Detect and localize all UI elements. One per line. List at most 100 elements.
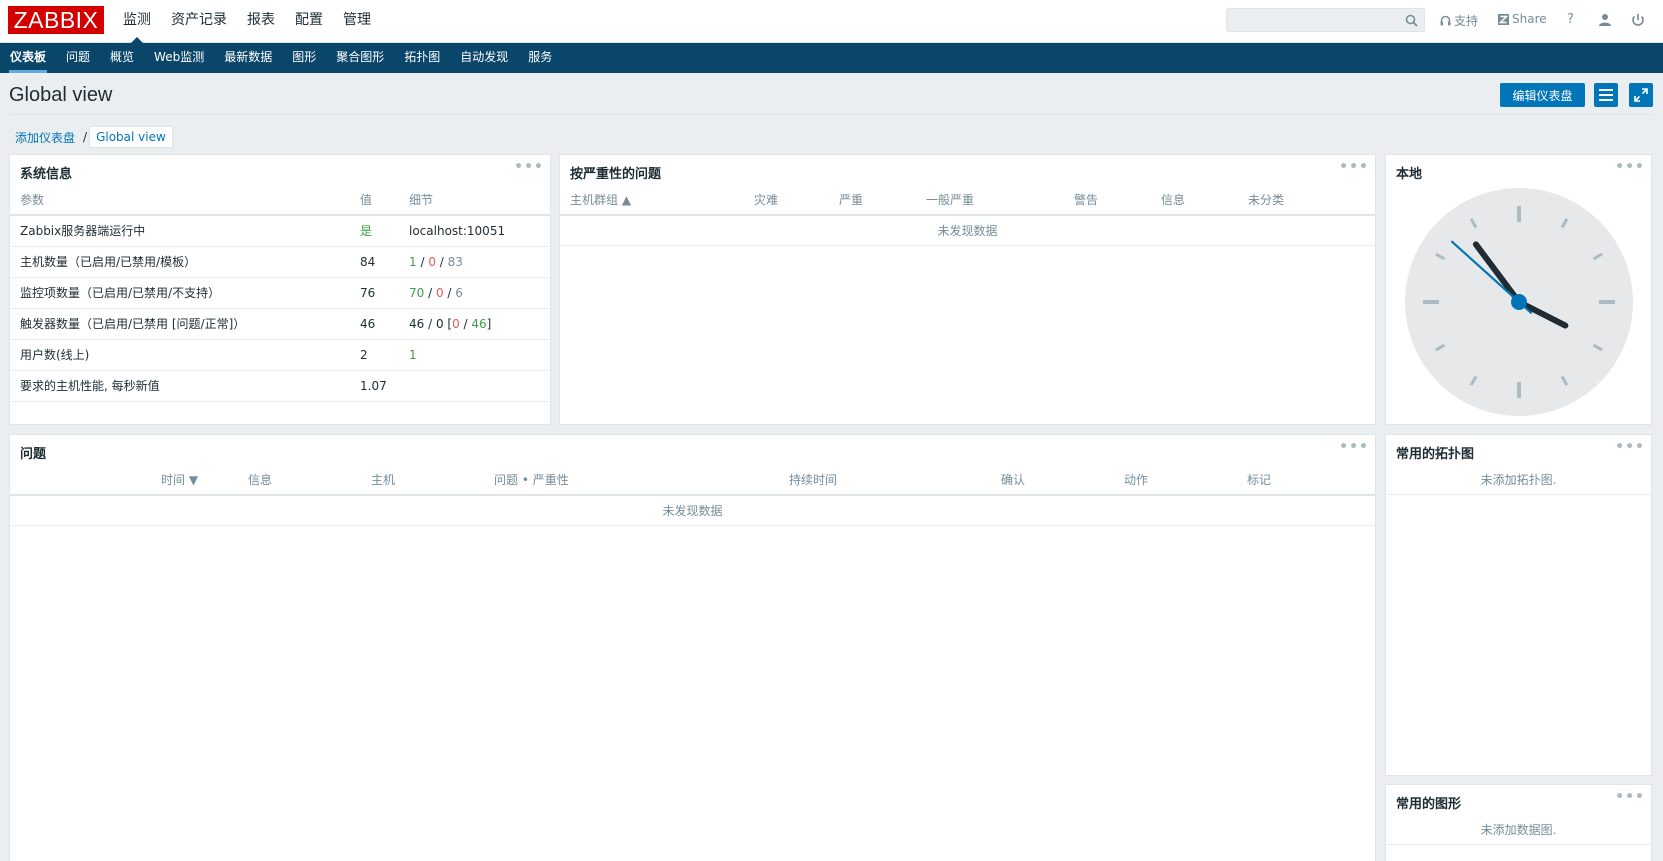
severity-table: 主机群组 ▲ 灾难 严重 一般严重 警告 信息 未分类 xyxy=(560,185,1375,216)
ok-count: 46 xyxy=(471,316,487,331)
zabbix-logo[interactable]: ZABBIX xyxy=(8,6,104,34)
trigger-suffix: ] xyxy=(486,316,492,331)
favourite-graphs-widget: 常用的图形 ••• 未添加数据图. xyxy=(1385,784,1652,861)
widget-title: 常用的拓扑图 xyxy=(1396,447,1475,462)
fullscreen-button[interactable] xyxy=(1629,83,1653,107)
support-link[interactable]: 支持 xyxy=(1440,12,1478,29)
column-header: 参数 xyxy=(10,185,350,216)
value-cell: 是 xyxy=(350,215,399,247)
unsupported-count: 6 xyxy=(455,285,463,300)
column-header-blank xyxy=(10,465,151,496)
widget-title: 问题 xyxy=(20,447,47,462)
widget-title: 本地 xyxy=(1396,167,1423,182)
title-divider xyxy=(9,114,1653,115)
column-header-host-group[interactable]: 主机群组 ▲ xyxy=(560,185,744,216)
column-header: 信息 xyxy=(1151,185,1238,216)
column-header: 值 xyxy=(350,185,399,216)
widget-options-icon[interactable]: ••• xyxy=(1339,159,1369,175)
value-cell: 46 xyxy=(350,308,399,340)
search-box xyxy=(1226,8,1425,32)
support-label: 支持 xyxy=(1454,14,1479,28)
value-cell: 1.07 xyxy=(350,370,399,402)
subnav-maps[interactable]: 拓扑图 xyxy=(394,43,450,73)
detail-cell: 1 xyxy=(399,339,550,371)
breadcrumb-current[interactable]: Global view xyxy=(89,126,173,148)
enabled-count: 70 xyxy=(409,285,425,300)
widget-header: 系统信息 ••• xyxy=(10,155,550,185)
enabled-count: 1 xyxy=(409,254,417,269)
widget-header: 常用的图形 ••• xyxy=(1386,785,1651,815)
problem-count: 0 xyxy=(452,316,460,331)
menu-administration[interactable]: 管理 xyxy=(333,0,381,42)
favourite-maps-widget: 常用的拓扑图 ••• 未添加拓扑图. xyxy=(1385,434,1652,776)
system-info-widget: 系统信息 ••• 参数 值 细节 Zabbix服务器端运行中 是 localho… xyxy=(9,154,551,425)
breadcrumb-separator: / xyxy=(83,130,88,144)
disabled-count: 0 xyxy=(435,285,444,300)
column-header: 持续时间 xyxy=(779,465,991,496)
subnav-services[interactable]: 服务 xyxy=(518,43,562,73)
subnav-problems[interactable]: 问题 xyxy=(56,43,100,73)
value-cell: 84 xyxy=(350,246,399,278)
column-header: 信息 xyxy=(238,465,361,496)
clock-center xyxy=(1511,294,1527,310)
column-header-time[interactable]: 时间 ▼ xyxy=(151,465,238,496)
param-cell: 监控项数量（已启用/已禁用/不支持） xyxy=(10,277,350,309)
widget-header: 问题 ••• xyxy=(10,435,1375,465)
share-link[interactable]: Share xyxy=(1498,12,1547,26)
detail-cell: 46 / 0 [0 / 46] xyxy=(399,308,550,340)
widget-options-icon[interactable]: ••• xyxy=(1615,439,1645,455)
widget-options-icon[interactable]: ••• xyxy=(1339,439,1369,455)
no-data-message: 未发现数据 xyxy=(10,496,1375,526)
column-header: 动作 xyxy=(1114,465,1237,496)
widget-title: 常用的图形 xyxy=(1396,797,1462,812)
column-header: 灾难 xyxy=(744,185,829,216)
column-header: 未分类 xyxy=(1238,185,1375,216)
column-header: 警告 xyxy=(1064,185,1151,216)
subnav-overview[interactable]: 概览 xyxy=(100,43,144,73)
subnav-screens[interactable]: 聚合图形 xyxy=(326,43,394,73)
empty-message: 未添加拓扑图. xyxy=(1386,465,1651,495)
user-profile-icon[interactable] xyxy=(1597,12,1613,28)
column-header: 确认 xyxy=(991,465,1114,496)
no-data-message: 未发现数据 xyxy=(560,216,1375,246)
table-row: 触发器数量（已启用/已禁用 [问题/正常]） 46 46 / 0 [0 / 46… xyxy=(10,308,550,340)
table-row: 用户数(线上) 2 1 xyxy=(10,339,550,371)
subnav-latest-data[interactable]: 最新数据 xyxy=(214,43,282,73)
table-row: 监控项数量（已启用/已禁用/不支持） 76 70 / 0 / 6 xyxy=(10,277,550,309)
menu-configuration[interactable]: 配置 xyxy=(285,0,333,42)
edit-dashboard-button[interactable]: 编辑仪表盘 xyxy=(1500,83,1585,107)
subnav-web[interactable]: Web监测 xyxy=(144,43,214,73)
help-icon[interactable]: ? xyxy=(1567,12,1574,27)
subnav-dashboard[interactable]: 仪表板 xyxy=(0,43,56,73)
dashboard-menu-button[interactable] xyxy=(1594,83,1618,107)
column-header: 问题 • 严重性 xyxy=(484,465,779,496)
widget-options-icon[interactable]: ••• xyxy=(514,159,544,175)
column-header: 标记 xyxy=(1237,465,1375,496)
param-cell: 触发器数量（已启用/已禁用 [问题/正常]） xyxy=(10,308,350,340)
online-count: 1 xyxy=(409,347,417,362)
menu-reports[interactable]: 报表 xyxy=(237,0,285,42)
sign-out-icon[interactable] xyxy=(1630,12,1646,28)
search-input[interactable] xyxy=(1227,9,1397,31)
subnav-graphs[interactable]: 图形 xyxy=(282,43,326,73)
menu-inventory[interactable]: 资产记录 xyxy=(161,0,237,42)
widget-options-icon[interactable]: ••• xyxy=(1615,789,1645,805)
param-cell: 主机数量（已启用/已禁用/模板） xyxy=(10,246,350,278)
disabled-count: 0 xyxy=(428,254,436,269)
detail-cell: 1 / 0 / 83 xyxy=(399,246,550,278)
column-header: 一般严重 xyxy=(916,185,1064,216)
template-count: 83 xyxy=(447,254,463,269)
breadcrumb: 添加仪表盘 / Global view xyxy=(9,126,173,148)
widget-options-icon[interactable]: ••• xyxy=(1615,159,1645,175)
empty-message: 未添加数据图. xyxy=(1386,815,1651,845)
menu-monitoring[interactable]: 监测 xyxy=(113,0,161,43)
analog-clock xyxy=(1405,188,1633,416)
share-label: Share xyxy=(1512,12,1547,26)
param-cell: 用户数(线上) xyxy=(10,339,350,371)
subnav-discovery[interactable]: 自动发现 xyxy=(450,43,518,73)
breadcrumb-dashboards[interactable]: 添加仪表盘 xyxy=(9,129,81,146)
problems-table: 时间 ▼ 信息 主机 问题 • 严重性 持续时间 确认 动作 标记 xyxy=(10,465,1375,496)
widget-header: 常用的拓扑图 ••• xyxy=(1386,435,1651,465)
search-icon[interactable] xyxy=(1405,14,1418,27)
param-cell: 要求的主机性能, 每秒新值 xyxy=(10,370,350,402)
